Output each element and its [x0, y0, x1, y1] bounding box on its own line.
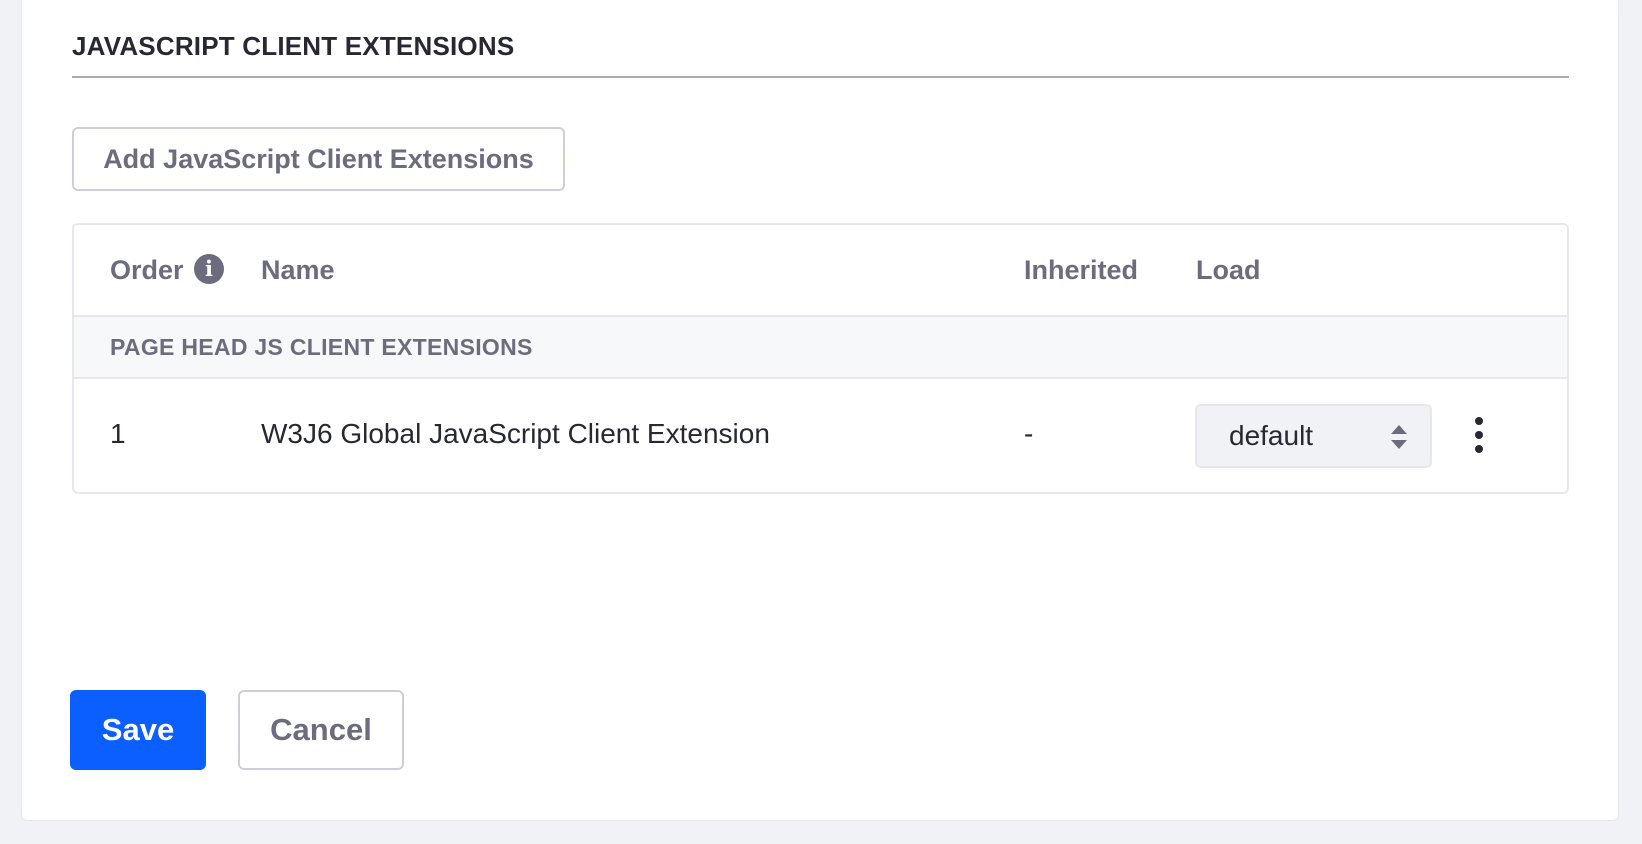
ellipsis-v-icon[interactable]: [1465, 415, 1493, 455]
column-header-order: Order: [110, 255, 184, 285]
row-inherited: -: [1024, 418, 1034, 449]
add-javascript-client-extensions-button[interactable]: Add JavaScript Client Extensions: [72, 127, 565, 191]
column-header-load: Load: [1196, 255, 1261, 285]
table-header: Order i Name Inherited Load: [74, 225, 1567, 317]
row-order: 1: [110, 418, 126, 449]
cancel-button[interactable]: Cancel: [238, 690, 404, 770]
section-title: JAVASCRIPT CLIENT EXTENSIONS: [72, 31, 515, 61]
table-group-row: PAGE HEAD JS CLIENT EXTENSIONS: [74, 317, 1567, 379]
caret-double-icon: [1391, 425, 1407, 449]
load-select-value: default: [1229, 420, 1314, 451]
client-extensions-table: Order i Name Inherited Load PAGE HEAD JS…: [72, 223, 1569, 494]
row-name: W3J6 Global JavaScript Client Extension: [261, 418, 770, 449]
section-divider: [72, 76, 1569, 78]
column-header-inherited: Inherited: [1024, 255, 1139, 285]
column-header-name: Name: [261, 255, 335, 285]
group-label: PAGE HEAD JS CLIENT EXTENSIONS: [110, 334, 533, 360]
table-row: 1 W3J6 Global JavaScript Client Extensio…: [74, 379, 1567, 492]
load-select[interactable]: default: [1195, 404, 1432, 468]
save-button[interactable]: Save: [70, 690, 206, 770]
info-icon[interactable]: i: [194, 254, 224, 284]
